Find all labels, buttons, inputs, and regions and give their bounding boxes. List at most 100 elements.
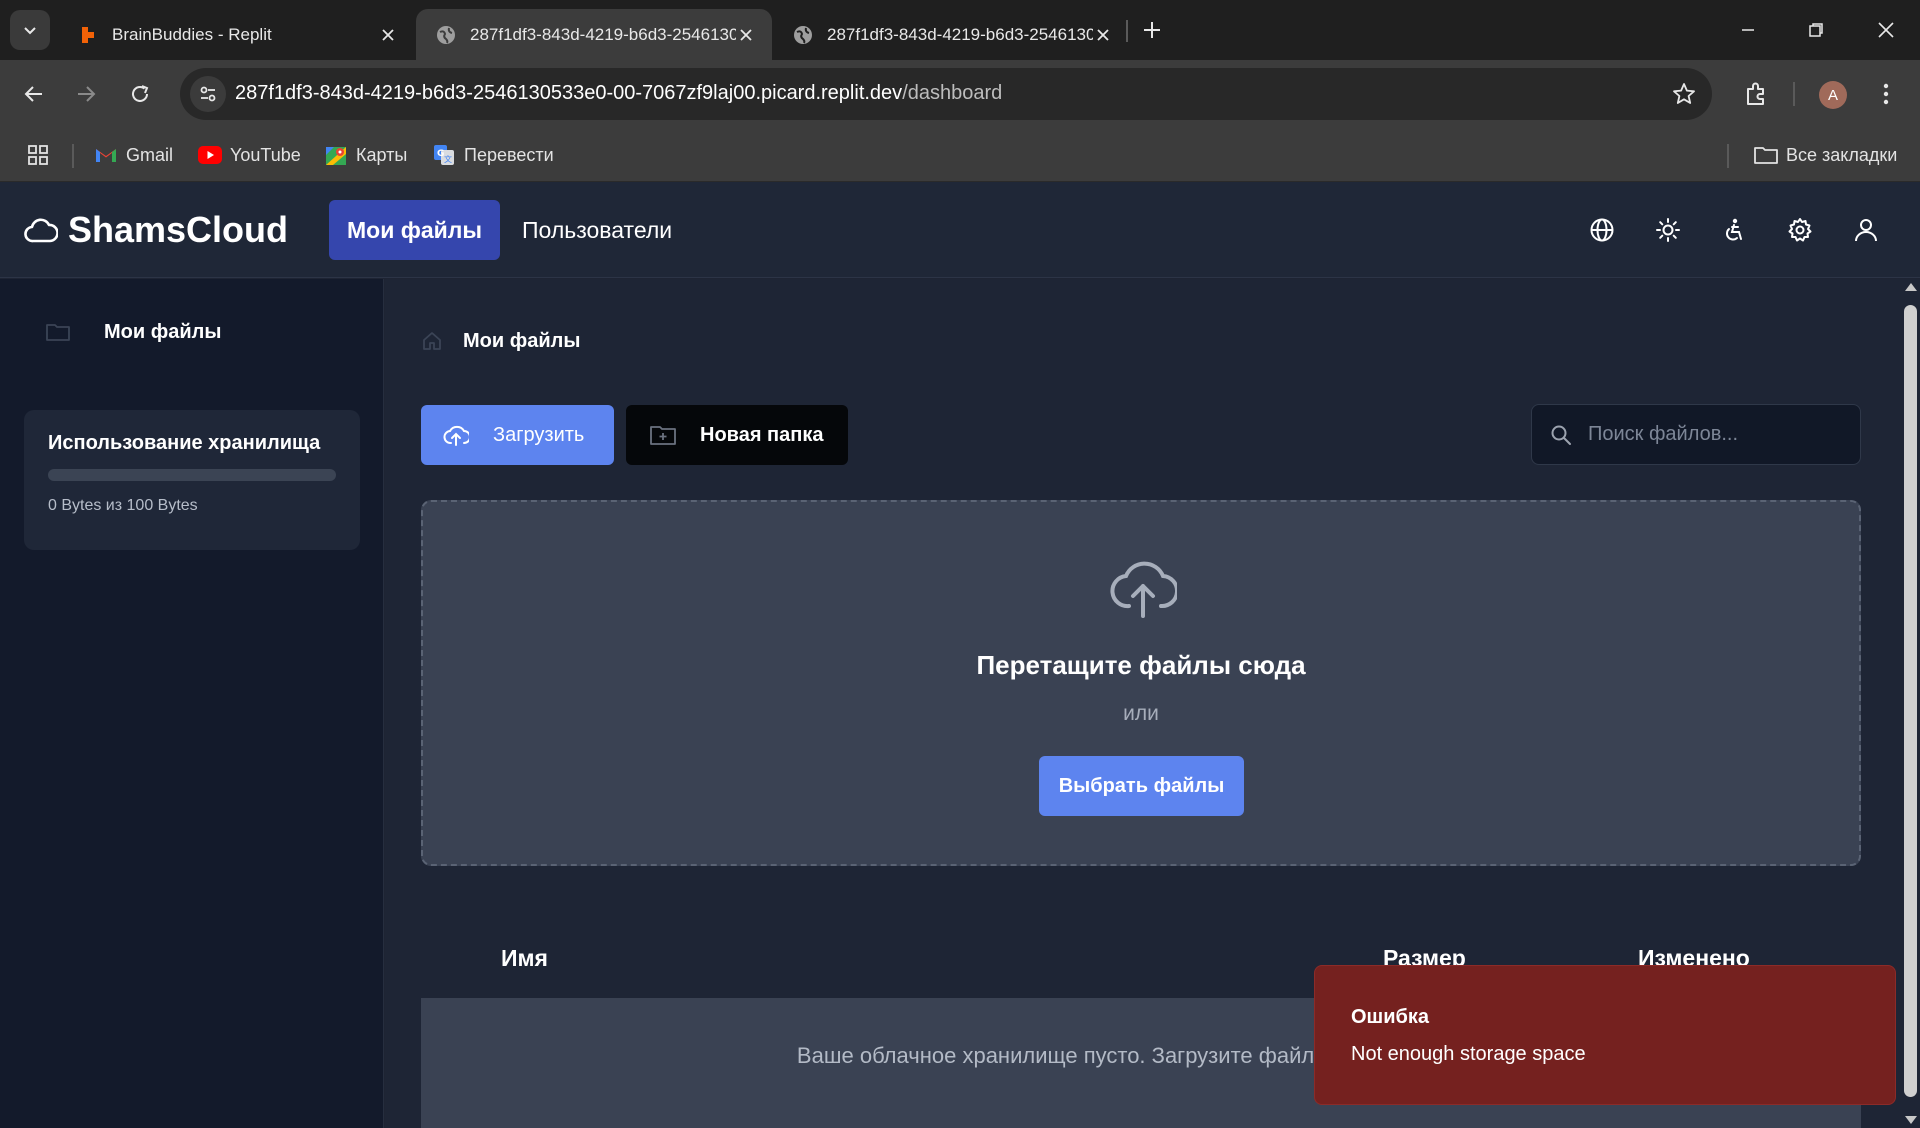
tab-dashboard-2[interactable]: 287f1df3-843d-4219-b6d3-2546130533e0-00-… — [773, 9, 1129, 60]
toast-title: Ошибка — [1351, 1006, 1430, 1028]
bookmark-label: YouTube — [230, 144, 301, 165]
all-bookmarks-button[interactable]: Все закладки — [1754, 140, 1897, 170]
nav-my-files[interactable]: Мои файлы — [329, 200, 501, 260]
extensions-button[interactable] — [1738, 76, 1774, 112]
column-header-name[interactable]: Имя — [501, 945, 548, 972]
sidebar-item-my-files[interactable]: Мои файлы — [46, 317, 221, 347]
gear-icon — [1788, 218, 1812, 242]
bookmark-gmail[interactable]: Gmail — [94, 140, 173, 170]
language-button[interactable] — [1584, 212, 1620, 248]
translate-icon: G文 — [432, 143, 456, 167]
home-icon[interactable] — [421, 330, 443, 352]
bookmark-maps[interactable]: Карты — [324, 140, 407, 170]
bookmarks-bar: Gmail YouTube Карты G文 Перевести Все зак… — [0, 128, 1920, 182]
search-input[interactable] — [1588, 423, 1838, 446]
browser-menu-button[interactable] — [1868, 76, 1904, 112]
nav-users[interactable]: Пользователи — [504, 200, 690, 260]
cloud-icon — [24, 218, 58, 243]
search-icon — [1551, 425, 1571, 445]
url-path: /dashboard — [902, 82, 1003, 104]
bookmark-youtube[interactable]: YouTube — [198, 140, 301, 170]
svg-text:文: 文 — [444, 154, 452, 164]
app-logo[interactable]: ShamsCloud — [24, 208, 288, 252]
storage-progress-bar — [48, 469, 336, 481]
bookmark-label: Gmail — [126, 144, 174, 165]
settings-button[interactable] — [1782, 212, 1818, 248]
arrow-left-icon — [24, 86, 42, 102]
site-info-icon[interactable] — [190, 76, 226, 112]
scrollbar-thumb[interactable] — [1904, 305, 1917, 1097]
youtube-icon — [198, 143, 222, 167]
scroll-down-arrow[interactable] — [1905, 1116, 1917, 1124]
folder-plus-icon — [650, 426, 676, 445]
back-button[interactable] — [14, 74, 54, 114]
bookmark-label: Перевести — [464, 144, 554, 165]
accessibility-icon — [1726, 218, 1742, 241]
globe-icon — [793, 25, 813, 45]
restore-button[interactable] — [1788, 8, 1844, 52]
bookmarks-divider — [72, 144, 74, 168]
sidebar-item-label: Мои файлы — [104, 320, 222, 343]
tab-search-button[interactable] — [10, 10, 50, 50]
gmail-icon — [94, 143, 118, 167]
dropzone[interactable]: Перетащите файлы сюда или Выбрать файлы — [421, 500, 1861, 866]
tab-brainbuddies[interactable]: BrainBuddies - Replit — [58, 9, 414, 60]
new-tab-button[interactable] — [1136, 12, 1168, 48]
close-icon[interactable] — [378, 25, 398, 45]
theme-toggle-button[interactable] — [1650, 212, 1686, 248]
storage-usage-card: Использование хранилища 0 Bytes из 100 B… — [24, 410, 360, 550]
minimize-icon — [1742, 29, 1754, 31]
sun-icon — [1656, 218, 1680, 242]
upload-label: Загрузить — [493, 423, 585, 446]
folder-icon — [1754, 143, 1778, 167]
close-icon[interactable] — [736, 25, 756, 45]
replit-icon — [78, 25, 98, 45]
minimize-button[interactable] — [1720, 8, 1776, 52]
breadcrumb: Мои файлы — [421, 327, 580, 355]
page-scrollbar[interactable] — [1901, 279, 1920, 1128]
plus-icon — [1144, 22, 1160, 38]
close-icon[interactable] — [1093, 25, 1113, 45]
profile-avatar[interactable]: A — [1819, 81, 1847, 109]
apps-button[interactable] — [26, 140, 58, 170]
globe-icon — [436, 25, 456, 45]
app-header: ShamsCloud Мои файлы Пользователи — [0, 182, 1920, 278]
scroll-up-arrow[interactable] — [1905, 283, 1917, 291]
error-toast[interactable]: Ошибка Not enough storage space — [1314, 965, 1896, 1105]
close-window-button[interactable] — [1858, 8, 1914, 52]
all-bookmarks-label: Все закладки — [1786, 144, 1898, 165]
address-bar[interactable]: 287f1df3-843d-4219-b6d3-2546130533e0-00-… — [180, 68, 1712, 120]
tab-title: 287f1df3-843d-4219-b6d3-2546130533e0-00-… — [470, 24, 736, 44]
search-box — [1531, 404, 1861, 465]
tab-dashboard-active[interactable]: 287f1df3-843d-4219-b6d3-2546130533e0-00-… — [416, 9, 772, 60]
sidebar: Мои файлы Использование хранилища 0 Byte… — [0, 279, 384, 1128]
reload-icon — [132, 85, 149, 102]
new-folder-button[interactable]: Новая папка — [626, 405, 848, 465]
tab-title: BrainBuddies - Replit — [112, 24, 272, 44]
forward-button[interactable] — [66, 74, 106, 114]
browser-tab-bar: BrainBuddies - Replit 287f1df3-843d-4219… — [0, 0, 1920, 60]
tab-title: 287f1df3-843d-4219-b6d3-2546130533e0-00-… — [827, 24, 1093, 44]
accessibility-button[interactable] — [1716, 212, 1752, 248]
toast-message: Not enough storage space — [1351, 1043, 1586, 1065]
user-icon — [1855, 219, 1877, 242]
puzzle-icon — [1747, 82, 1764, 105]
choose-files-button[interactable]: Выбрать файлы — [1039, 756, 1244, 816]
app-name: ShamsCloud — [68, 209, 289, 250]
reload-button[interactable] — [120, 74, 160, 114]
url-text: 287f1df3-843d-4219-b6d3-2546130533e0-00-… — [235, 82, 1002, 105]
maps-icon — [324, 143, 348, 167]
bookmark-star-icon[interactable] — [1670, 80, 1698, 108]
profile-button[interactable] — [1848, 212, 1884, 248]
restore-icon — [1809, 23, 1823, 37]
dropzone-or: или — [1123, 702, 1159, 725]
upload-button[interactable]: Загрузить — [421, 405, 614, 465]
url-host: 287f1df3-843d-4219-b6d3-2546130533e0-00-… — [235, 82, 903, 104]
globe-icon — [1590, 218, 1614, 242]
bookmark-label: Карты — [356, 144, 408, 165]
arrow-right-icon — [78, 86, 96, 102]
folder-icon — [46, 324, 70, 341]
dropzone-title: Перетащите файлы сюда — [976, 650, 1306, 680]
bookmark-translate[interactable]: G文 Перевести — [432, 140, 554, 170]
browser-toolbar: 287f1df3-843d-4219-b6d3-2546130533e0-00-… — [0, 60, 1920, 128]
